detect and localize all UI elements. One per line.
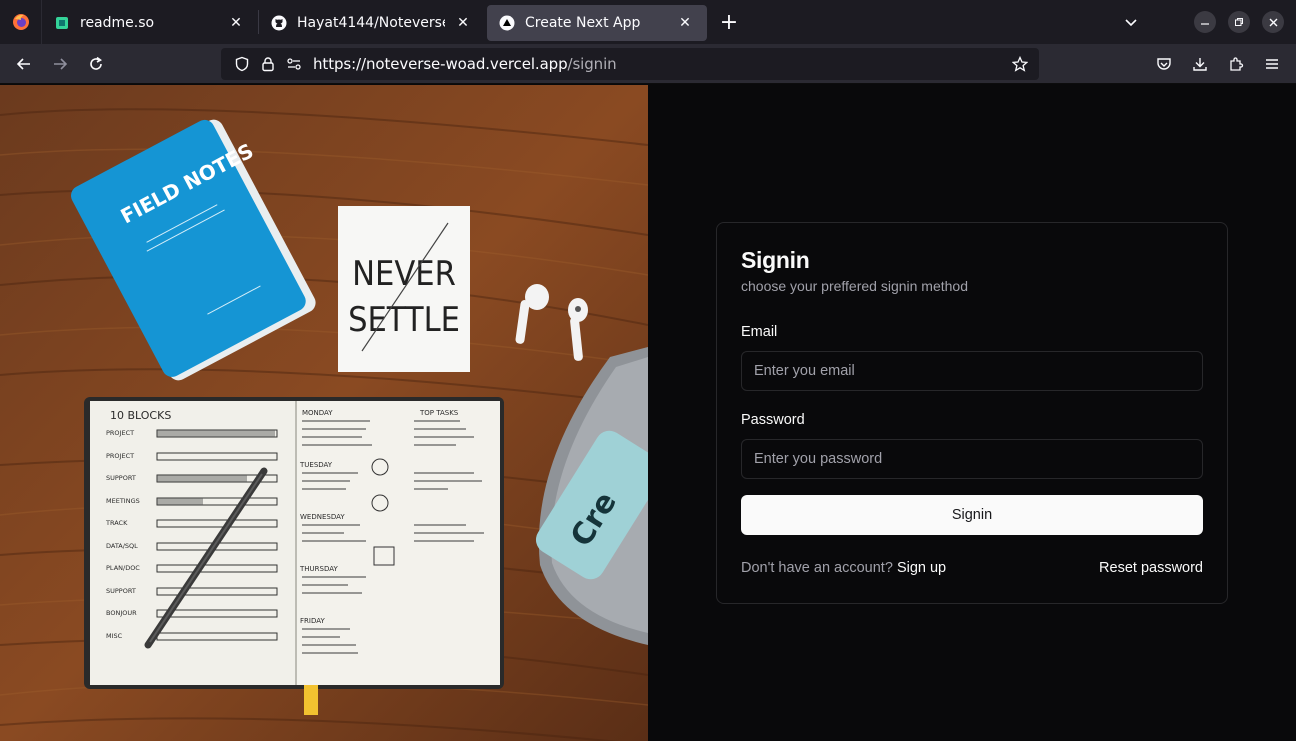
minimize-icon[interactable] <box>1194 11 1216 33</box>
url-path: /signin <box>567 55 617 73</box>
journal-row-label: PROJECT <box>106 452 134 460</box>
journal-day: TUESDAY <box>299 461 333 469</box>
tab-create-next-app[interactable]: Create Next App ✕ <box>487 5 707 41</box>
journal-row-label: MEETINGS <box>106 497 140 505</box>
password-field[interactable] <box>741 439 1203 479</box>
browser-nav-bar: https://noteverse-woad.vercel.app/signin <box>0 44 1296 84</box>
email-label: Email <box>741 324 778 340</box>
open-journal: 10 BLOCKS PROJECT PROJECT SUPPORT MEETIN… <box>84 397 504 715</box>
journal-row-label: DATA/SQL <box>106 542 138 550</box>
signin-title: Signin <box>741 247 810 273</box>
journal-row-label: PROJECT <box>106 429 134 437</box>
signin-pane: Signin choose your preffered signin meth… <box>648 85 1296 741</box>
github-icon <box>271 15 287 31</box>
tab-github[interactable]: Hayat4144/Noteverse: N ✕ <box>259 5 485 41</box>
permissions-icon[interactable] <box>281 48 307 80</box>
email-field[interactable] <box>741 351 1203 391</box>
password-label: Password <box>741 412 805 428</box>
close-icon[interactable]: ✕ <box>453 13 473 33</box>
pocket-icon[interactable] <box>1146 48 1182 80</box>
address-bar[interactable]: https://noteverse-woad.vercel.app/signin <box>221 48 1039 80</box>
no-account-text: Don't have an account? <box>741 560 897 576</box>
close-icon[interactable]: ✕ <box>675 13 695 33</box>
readme-icon <box>54 15 70 31</box>
restore-icon[interactable] <box>1228 11 1250 33</box>
page-content: FIELD NOTES NEVER SETTLE Cre 10 BLOCKS P… <box>0 85 1296 741</box>
journal-day: THURSDAY <box>299 565 338 573</box>
journal-row-label: TRACK <box>105 519 128 527</box>
journal-row-label: SUPPORT <box>106 474 136 482</box>
card-line-2: SETTLE <box>348 300 460 340</box>
shield-icon[interactable] <box>229 48 255 80</box>
never-settle-card: NEVER SETTLE <box>338 206 470 372</box>
journal-day: WEDNESDAY <box>300 513 345 521</box>
download-icon[interactable] <box>1182 48 1218 80</box>
firefox-menu-icon[interactable] <box>0 0 42 44</box>
tab-label: Create Next App <box>525 15 641 31</box>
tab-label: readme.so <box>80 15 155 31</box>
hamburger-menu-icon[interactable] <box>1254 48 1290 80</box>
journal-title: 10 BLOCKS <box>110 409 171 422</box>
browser-tab-bar: readme.so ✕ Hayat4144/Noteverse: N ✕ Cre… <box>0 0 1296 44</box>
bookmark-star-icon[interactable] <box>1007 48 1033 80</box>
signin-subtitle: choose your preffered signin method <box>741 278 968 294</box>
journal-row-label: BONJOUR <box>106 609 137 617</box>
signup-link[interactable]: Sign up <box>897 560 946 576</box>
back-arrow-icon[interactable] <box>6 48 42 80</box>
signin-card: Signin choose your preffered signin meth… <box>716 222 1228 604</box>
journal-top-tasks: TOP TASKS <box>419 409 459 417</box>
url-text: https://noteverse-woad.vercel.app/signin <box>313 55 617 73</box>
tab-readme[interactable]: readme.so ✕ <box>42 5 258 41</box>
hero-photo: FIELD NOTES NEVER SETTLE Cre 10 BLOCKS P… <box>0 85 648 741</box>
new-tab-button[interactable]: + <box>707 6 751 38</box>
url-host: https://noteverse-woad.vercel.app <box>313 55 568 73</box>
signin-footer: Don't have an account? Sign up Reset pas… <box>741 560 1203 576</box>
tab-label: Hayat4144/Noteverse: N <box>297 15 445 31</box>
journal-day: MONDAY <box>302 409 333 417</box>
signup-prompt: Don't have an account? Sign up <box>741 560 946 576</box>
lock-icon[interactable] <box>255 48 281 80</box>
nextjs-icon <box>499 15 515 31</box>
journal-row-label: SUPPORT <box>106 587 136 595</box>
extensions-icon[interactable] <box>1218 48 1254 80</box>
signin-button[interactable]: Signin <box>741 495 1203 535</box>
journal-row-label: MISC <box>106 632 123 640</box>
forward-arrow-icon[interactable] <box>42 48 78 80</box>
journal-row-label: PLAN/DOC <box>106 564 140 572</box>
journal-day: FRIDAY <box>300 617 325 625</box>
reset-password-link[interactable]: Reset password <box>1099 560 1203 576</box>
close-window-icon[interactable] <box>1262 11 1284 33</box>
reload-icon[interactable] <box>78 48 114 80</box>
close-icon[interactable]: ✕ <box>226 13 246 33</box>
list-all-tabs-chevron-down-icon[interactable] <box>1116 6 1146 38</box>
